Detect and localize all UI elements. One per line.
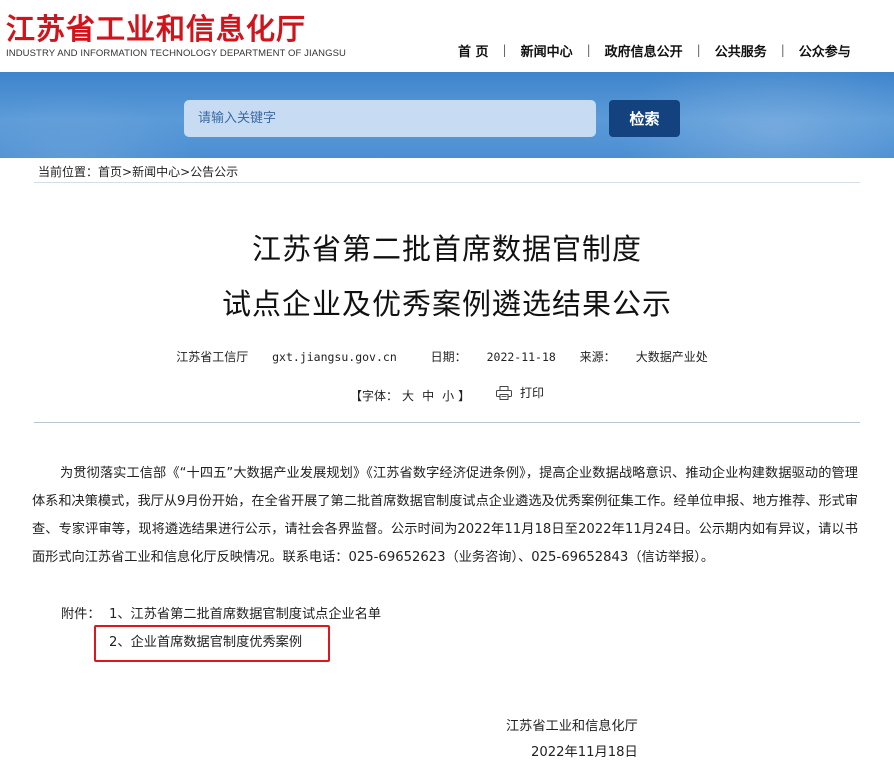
nav-gov-info[interactable]: 政府信息公开 [605,41,683,60]
search-banner: 检索 [0,72,894,158]
article-paragraph: 为贯彻落实工信部《“十四五”大数据产业发展规划》《江苏省数字经济促进条例》，提高… [32,466,859,565]
breadcrumb-separator: > [122,165,133,179]
nav-news-center[interactable]: 新闻中心 [521,41,573,60]
attachment-highlight-box [94,625,330,662]
signature-date: 2022年11月18日 [531,745,638,760]
font-size-small[interactable]: 小 [442,389,454,403]
print-label: 打印 [519,386,544,400]
breadcrumb-prefix: 当前位置： [38,165,99,179]
site-logo-subtitle: INDUSTRY AND INFORMATION TECHNOLOGY DEPA… [6,48,347,59]
article-date-group: 日期： 2022-11-18 来源： 大数据产业处 [421,350,718,364]
signature: 江苏省工业和信息化厅 [506,719,638,734]
article-body: 为贯彻落实工信部《“十四五”大数据产业发展规划》《江苏省数字经济促进条例》，提高… [32,460,858,572]
breadcrumb-news-center[interactable]: 新闻中心 [132,165,180,179]
article-divider [34,422,860,423]
font-size-control: 【字体：大中小】 [350,389,470,403]
search-button[interactable]: 检索 [609,100,680,137]
article-date-label: 日期： [430,350,467,364]
printer-icon [495,385,512,400]
font-size-prefix: 【字体： [350,388,399,403]
print-button[interactable]: 打印 [495,384,544,401]
attachment-link-1[interactable]: 1、江苏省第二批首席数据官制度试点企业名单 [109,607,381,622]
article-source: 大数据产业处 [635,350,708,364]
nav-separator: | [586,43,591,57]
breadcrumb-divider [34,182,860,183]
breadcrumb-separator: > [180,165,191,179]
main-nav: 首 页 | 新闻中心 | 政府信息公开 | 公共服务 | 公众参与 [458,40,851,60]
article-tools: 【字体：大中小】 打印 [0,384,894,404]
nav-public-participation[interactable]: 公众参与 [799,41,851,60]
nav-separator: | [502,43,507,57]
nav-separator: | [696,43,701,57]
font-size-large[interactable]: 大 [402,389,414,403]
article-date: 2022-11-18 [486,350,556,364]
breadcrumb-home[interactable]: 首页 [98,165,122,179]
font-size-medium[interactable]: 中 [422,389,434,403]
breadcrumb: 当前位置：首页>新闻中心>公告公示 [38,163,238,180]
article-publisher: 江苏省工信厅 [176,350,249,364]
font-size-suffix: 】 [458,388,471,403]
article-source-label: 来源： [579,350,616,364]
search-input[interactable] [184,100,596,137]
banner-decoration [0,92,200,158]
article-site: gxt.jiangsu.gov.cn [272,350,397,364]
article-meta: 江苏省工信厅 gxt.jiangsu.gov.cn 日期： 2022-11-18 … [0,348,894,365]
attachments: 附件： 1、江苏省第二批首席数据官制度试点企业名单 [61,603,381,622]
attachments-label: 附件： [61,607,101,622]
breadcrumb-announcements[interactable]: 公告公示 [190,165,238,179]
site-header: 江苏省工业和信息化厅 INDUSTRY AND INFORMATION TECH… [0,0,894,72]
site-logo-title[interactable]: 江苏省工业和信息化厅 [6,6,306,48]
nav-home[interactable]: 首 页 [458,41,489,60]
nav-separator: | [780,43,785,57]
article-title-line1: 江苏省第二批首席数据官制度 [251,232,642,266]
nav-public-service[interactable]: 公共服务 [715,41,767,60]
article-title-line2: 试点企业及优秀案例遴选结果公示 [221,287,672,321]
